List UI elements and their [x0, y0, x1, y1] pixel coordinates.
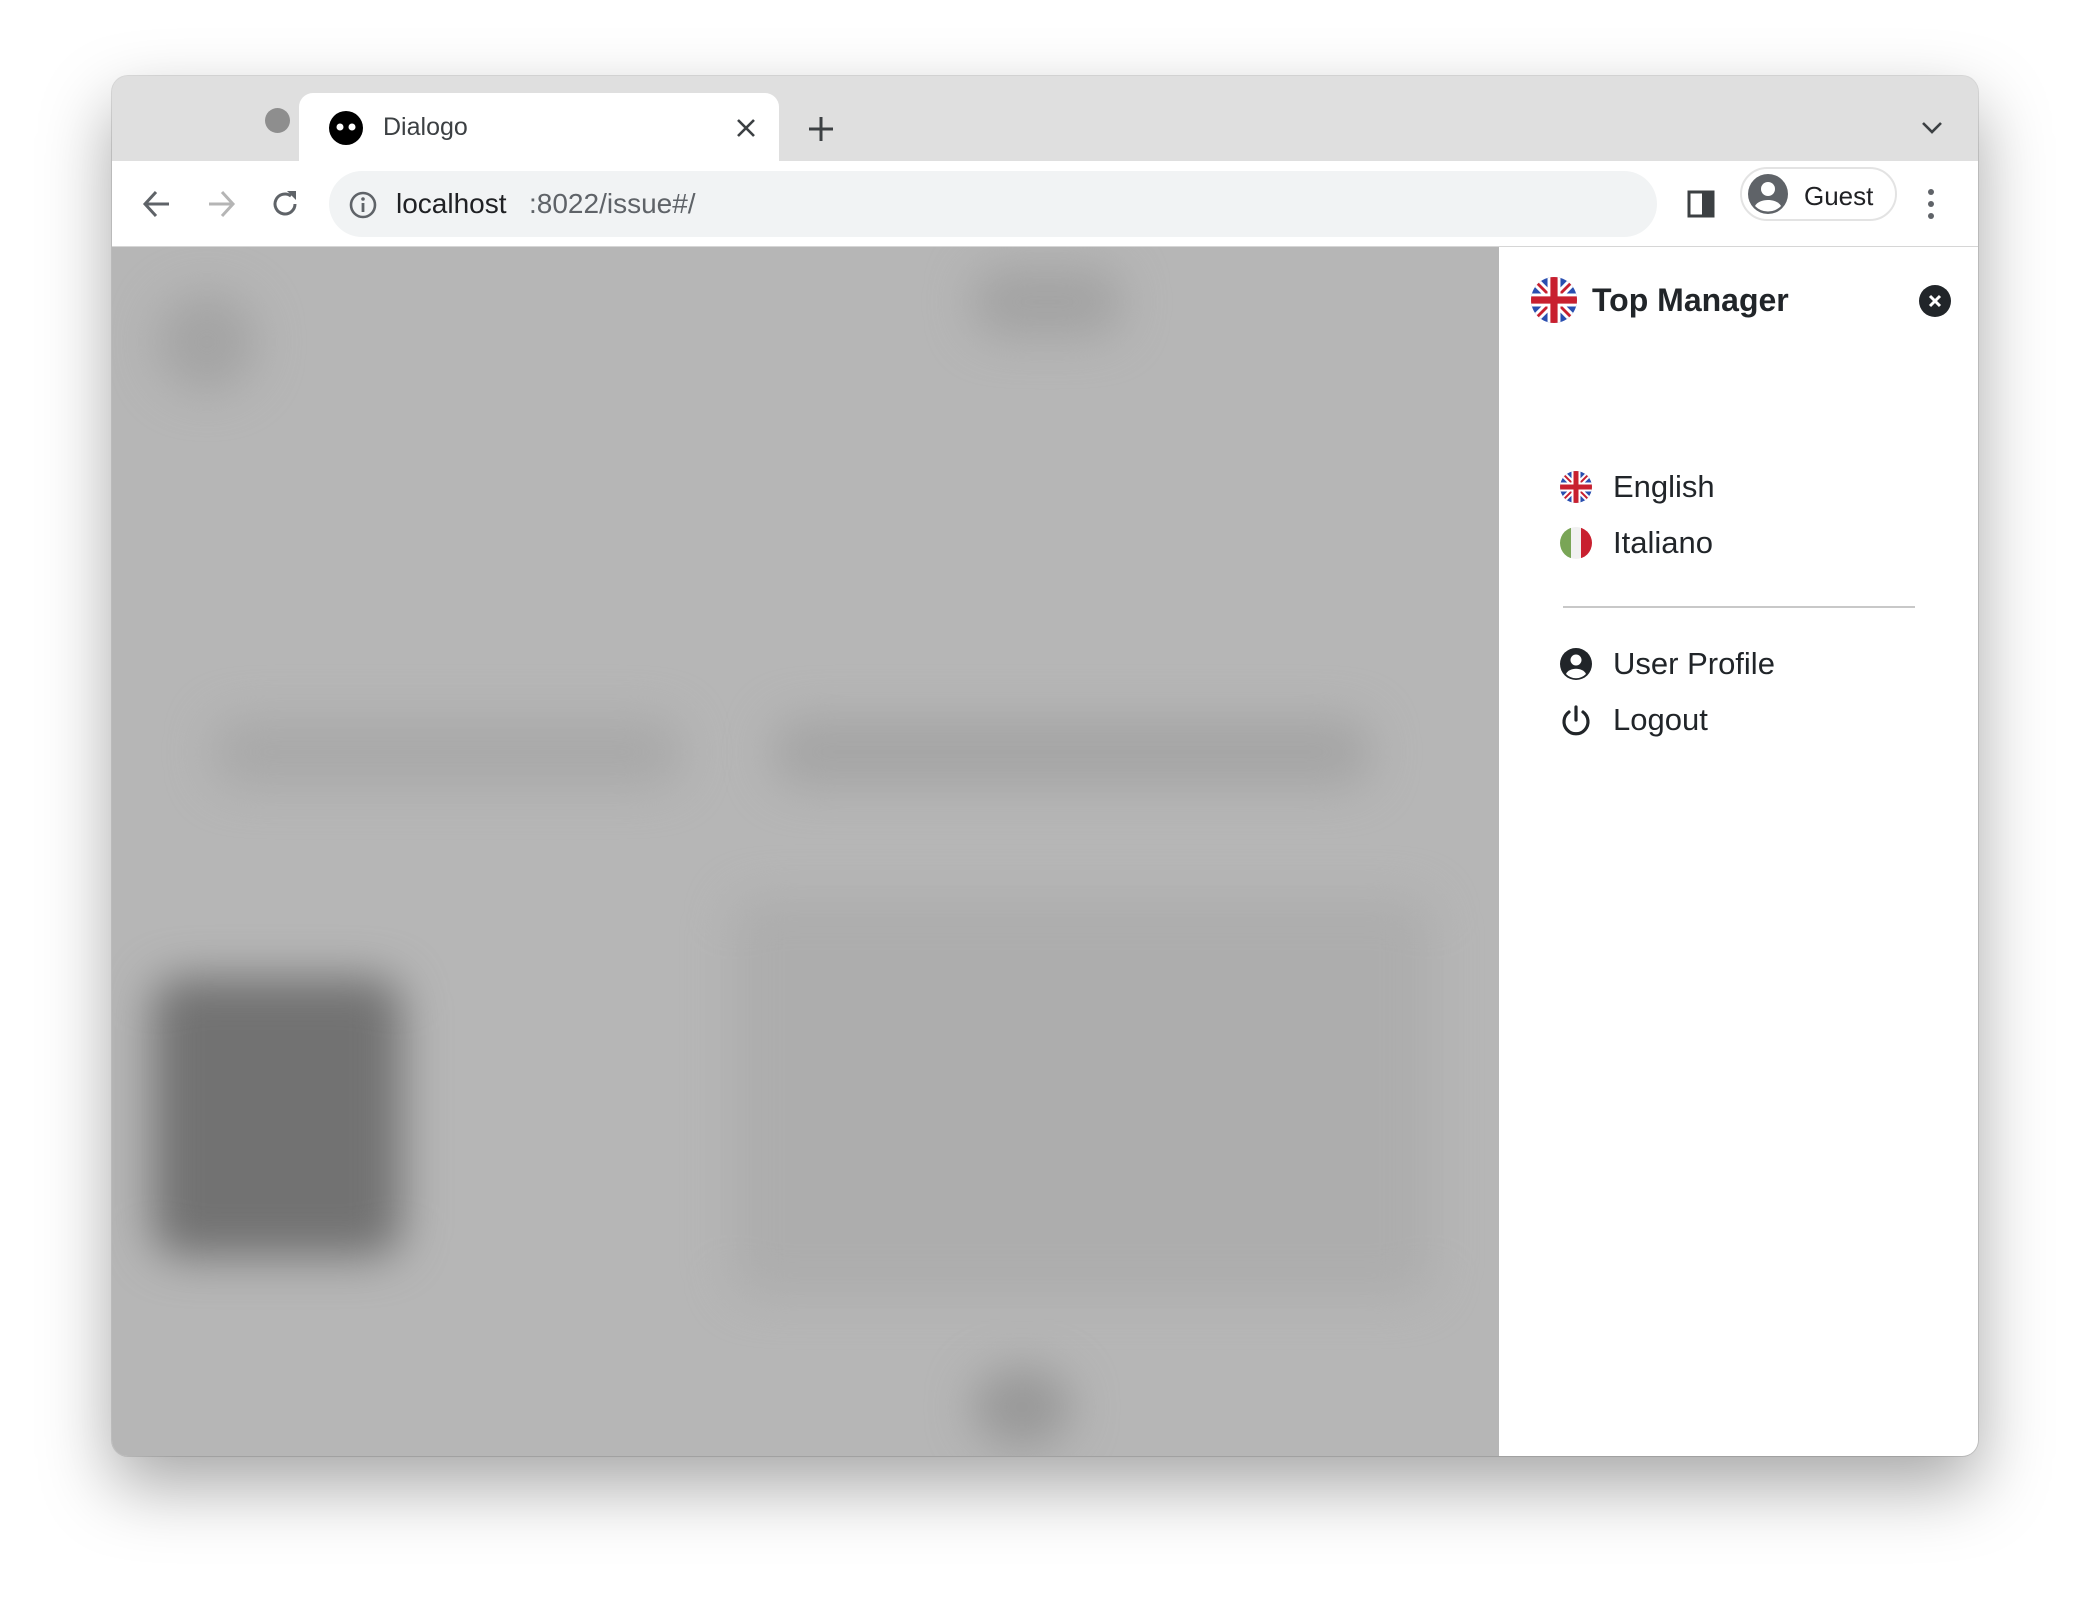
close-window-button[interactable] — [265, 108, 290, 133]
profile-button[interactable]: Guest — [1740, 167, 1897, 221]
reload-icon[interactable] — [269, 188, 301, 220]
action-label: Logout — [1613, 702, 1708, 737]
language-label: English — [1613, 469, 1715, 504]
side-panel-icon[interactable] — [1686, 189, 1716, 219]
address-bar[interactable]: localhost :8022/issue#/ — [329, 171, 1657, 237]
language-italiano[interactable]: Italiano — [1559, 520, 1713, 566]
logout-link[interactable]: Logout — [1559, 697, 1708, 743]
back-icon[interactable] — [141, 189, 173, 219]
uk-flag-icon — [1560, 471, 1592, 503]
user-profile-link[interactable]: User Profile — [1559, 641, 1775, 687]
dialogo-eyes-icon — [329, 111, 363, 145]
profile-label: Guest — [1804, 181, 1874, 211]
info-icon[interactable] — [348, 190, 378, 220]
blurred-page-backdrop[interactable] — [112, 247, 1499, 1456]
tab-title: Dialogo — [383, 113, 468, 141]
new-tab-icon[interactable] — [806, 114, 836, 144]
power-icon — [1562, 705, 1590, 736]
avatar-icon — [1748, 174, 1788, 214]
url-host: localhost — [396, 188, 507, 219]
user-circle-icon — [1560, 648, 1592, 680]
chevron-down-icon[interactable] — [1920, 118, 1944, 136]
close-drawer-button[interactable] — [1919, 285, 1951, 317]
kebab-menu-icon[interactable] — [1924, 187, 1938, 221]
divider — [1563, 606, 1915, 608]
uk-flag-icon — [1531, 277, 1577, 323]
browser-toolbar: localhost :8022/issue#/ Guest — [112, 161, 1978, 247]
browser-window: Dialogo localhost :8022/issue#/ Guest To… — [112, 76, 1978, 1456]
italy-flag-icon — [1560, 527, 1592, 559]
url-path: :8022/issue#/ — [529, 188, 696, 219]
user-drawer: Top Manager English Italiano User Profil… — [1499, 247, 1978, 1456]
language-english[interactable]: English — [1559, 464, 1715, 510]
forward-icon[interactable] — [205, 189, 237, 219]
drawer-title: Top Manager — [1592, 282, 1789, 318]
action-label: User Profile — [1613, 646, 1775, 681]
browser-tab[interactable]: Dialogo — [299, 93, 779, 161]
language-label: Italiano — [1613, 525, 1713, 560]
close-tab-icon[interactable] — [735, 117, 757, 139]
